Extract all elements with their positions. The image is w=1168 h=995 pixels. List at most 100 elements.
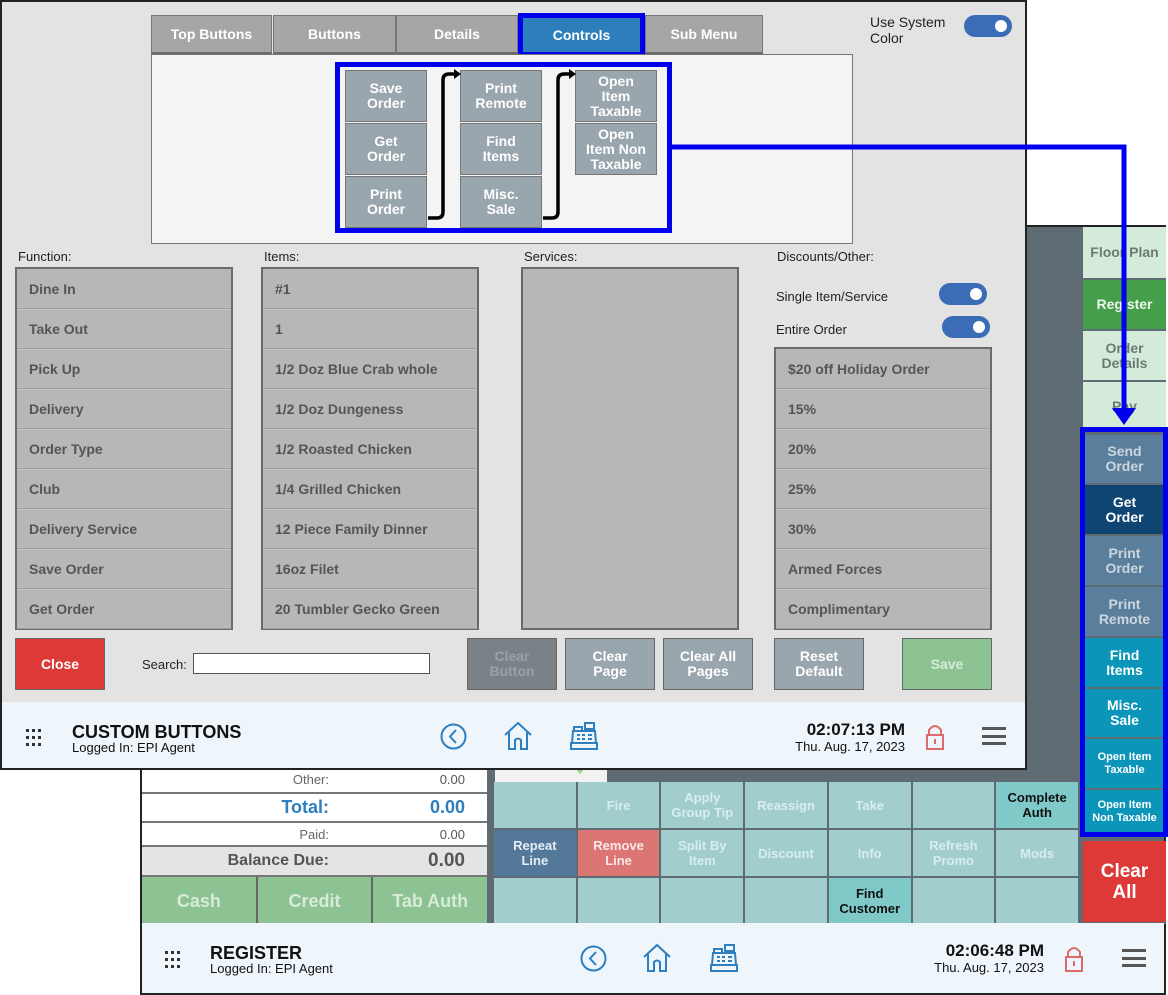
tab-auth-button[interactable]: Tab Auth xyxy=(373,877,488,925)
save-button[interactable]: Save xyxy=(902,638,992,690)
single-item-service-label: Single Item/Service xyxy=(776,289,888,304)
items-list-item[interactable]: 1/2 Doz Blue Crab whole xyxy=(263,349,477,389)
other-label: Other: xyxy=(292,772,329,787)
repeat-line-button[interactable]: Repeat Line xyxy=(494,830,576,876)
tab-controls[interactable]: Controls xyxy=(518,13,645,57)
items-list-item[interactable]: 12 Piece Family Dinner xyxy=(263,509,477,549)
complete-auth-button[interactable]: Complete Auth xyxy=(996,782,1078,828)
app-grid-icon[interactable] xyxy=(26,729,44,747)
empty-grid-button[interactable] xyxy=(577,878,660,924)
remove-line-button[interactable]: Remove Line xyxy=(577,830,660,876)
empty-grid-button[interactable] xyxy=(661,878,744,924)
find-customer-button[interactable]: Find Customer xyxy=(828,878,911,924)
clear-all-pages-label: Clear All Pages xyxy=(679,648,737,679)
function-list-item[interactable]: Take Out xyxy=(17,309,231,349)
discounts-list[interactable]: $20 off Holiday Order 15% 20% 25% 30% Armed F… xyxy=(774,347,992,630)
items-label: Items: xyxy=(264,249,300,264)
credit-button[interactable]: Credit xyxy=(257,877,372,925)
use-system-color-toggle[interactable] xyxy=(964,15,1012,37)
balance-due-value: 0.00 xyxy=(428,850,465,871)
tab-buttons[interactable]: Buttons xyxy=(273,15,396,55)
items-list-item[interactable]: 16oz Filet xyxy=(263,549,477,589)
hamburger-menu-icon[interactable] xyxy=(982,727,1006,745)
apply-group-tip-button[interactable]: Apply Group Tip xyxy=(661,782,744,828)
fire-button[interactable]: Fire xyxy=(577,782,660,828)
items-list-item[interactable]: 1 xyxy=(263,309,477,349)
split-by-item-button[interactable]: Split By Item xyxy=(661,830,744,876)
single-item-service-toggle[interactable] xyxy=(939,283,987,305)
function-list-item[interactable]: Delivery xyxy=(17,389,231,429)
discount-list-item[interactable]: 15% xyxy=(776,389,990,429)
lock-icon[interactable] xyxy=(1064,945,1084,973)
empty-grid-button[interactable] xyxy=(912,782,995,828)
discount-list-item[interactable]: 30% xyxy=(776,509,990,549)
empty-grid-button[interactable] xyxy=(745,878,827,924)
take-button[interactable]: Take xyxy=(828,782,911,828)
app-grid-icon[interactable] xyxy=(165,951,183,969)
empty-grid-button[interactable] xyxy=(996,878,1078,924)
clear-all-button[interactable]: Clear All xyxy=(1083,841,1166,924)
home-icon[interactable] xyxy=(642,943,672,973)
function-list-item[interactable]: Pick Up xyxy=(17,349,231,389)
clear-all-pages-button[interactable]: Clear All Pages xyxy=(663,638,753,690)
items-list-item[interactable]: 20 Tumbler Gecko Green xyxy=(263,589,477,629)
refresh-promo-button[interactable]: Refresh Promo xyxy=(912,830,995,876)
reset-default-button[interactable]: Reset Default xyxy=(774,638,864,690)
function-list-item[interactable]: Order Type xyxy=(17,429,231,469)
empty-grid-button[interactable] xyxy=(912,878,995,924)
side-nav-floor-plan[interactable]: Floor Plan xyxy=(1083,227,1166,280)
services-list[interactable] xyxy=(521,267,739,630)
search-input[interactable] xyxy=(193,653,430,674)
entire-order-toggle[interactable] xyxy=(942,316,990,338)
items-list-item[interactable]: 1/2 Doz Dungeness xyxy=(263,389,477,429)
items-list-item[interactable]: 1/4 Grilled Chicken xyxy=(263,469,477,509)
items-list-item[interactable]: #1 xyxy=(263,269,477,309)
discount-list-item[interactable]: Armed Forces xyxy=(776,549,990,589)
discount-list-item[interactable]: 20% xyxy=(776,429,990,469)
reassign-button[interactable]: Reassign xyxy=(745,782,827,828)
side-nav-register[interactable]: Register xyxy=(1083,280,1166,331)
mods-button[interactable]: Mods xyxy=(996,830,1078,876)
discount-list-item[interactable]: Complimentary xyxy=(776,589,990,629)
tab-sub-menu[interactable]: Sub Menu xyxy=(645,15,763,55)
tab-top-buttons[interactable]: Top Buttons xyxy=(151,15,272,55)
cash-button[interactable]: Cash xyxy=(142,877,256,925)
lock-icon[interactable] xyxy=(925,723,945,751)
services-label: Services: xyxy=(524,249,578,264)
paid-value: 0.00 xyxy=(439,826,465,842)
totals-row-paid: Paid: 0.00 xyxy=(142,823,487,847)
items-list[interactable]: #1 1 1/2 Doz Blue Crab whole 1/2 Doz Dungen… xyxy=(261,267,479,630)
info-button[interactable]: Info xyxy=(828,830,911,876)
custom-buttons-window: Top Buttons Buttons Details Controls Sub… xyxy=(0,0,1027,770)
cash-register-icon[interactable] xyxy=(710,943,738,973)
home-icon[interactable] xyxy=(503,721,533,751)
clear-page-button[interactable]: Clear Page xyxy=(565,638,655,690)
paid-label: Paid: xyxy=(299,826,329,842)
empty-grid-button[interactable] xyxy=(494,782,576,828)
items-list-item[interactable]: 1/2 Roasted Chicken xyxy=(263,429,477,469)
close-button[interactable]: Close xyxy=(15,638,105,690)
order-totals: Other: 0.00 Total: 0.00 Paid: 0.00 Balan… xyxy=(142,767,488,925)
function-list-item[interactable]: Delivery Service xyxy=(17,509,231,549)
function-list-item[interactable]: Save Order xyxy=(17,549,231,589)
search-label: Search: xyxy=(142,657,187,672)
discount-list-item[interactable]: 25% xyxy=(776,469,990,509)
discount-list-item[interactable]: $20 off Holiday Order xyxy=(776,349,990,389)
back-icon[interactable] xyxy=(440,723,467,750)
side-nav-pay[interactable]: Pay xyxy=(1083,382,1166,432)
function-list-item[interactable]: Club xyxy=(17,469,231,509)
back-icon[interactable] xyxy=(580,945,607,972)
side-controls-highlight-box xyxy=(1080,427,1168,837)
hamburger-menu-icon[interactable] xyxy=(1122,949,1146,967)
cash-register-icon[interactable] xyxy=(570,721,598,751)
clear-button-button[interactable]: Clear Button xyxy=(467,638,557,690)
tab-details[interactable]: Details xyxy=(396,15,518,55)
function-list-item[interactable]: Dine In xyxy=(17,269,231,309)
empty-grid-button[interactable] xyxy=(494,878,576,924)
discount-button[interactable]: Discount xyxy=(745,830,827,876)
use-system-color-label: Use System Color xyxy=(870,14,946,46)
clock-date: Thu. Aug. 17, 2023 xyxy=(934,960,1044,975)
side-nav-order-details[interactable]: Order Details xyxy=(1083,331,1166,382)
function-list-item[interactable]: Get Order xyxy=(17,589,231,629)
function-list[interactable]: Dine In Take Out Pick Up Delivery Order Type… xyxy=(15,267,233,630)
